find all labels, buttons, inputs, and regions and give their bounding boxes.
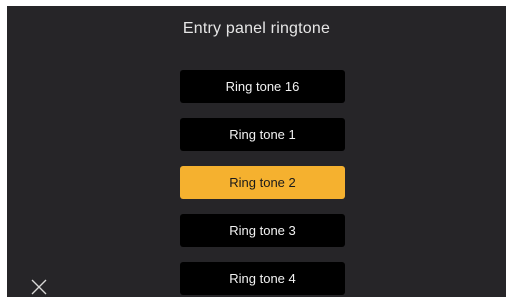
ringtone-label: Ring tone 1	[229, 127, 296, 142]
ringtone-label: Ring tone 4	[229, 271, 296, 286]
ringtone-item-4[interactable]: Ring tone 4	[180, 262, 345, 295]
ringtone-label: Ring tone 3	[229, 223, 296, 238]
ringtone-item-3[interactable]: Ring tone 3	[180, 214, 345, 247]
ringtone-item-16[interactable]: Ring tone 16	[180, 70, 345, 103]
ringtone-screen: Entry panel ringtone Ring tone 16 Ring t…	[7, 6, 506, 297]
ringtone-item-2-selected[interactable]: Ring tone 2	[180, 166, 345, 199]
ringtone-list: Ring tone 16 Ring tone 1 Ring tone 2 Rin…	[180, 70, 345, 297]
close-icon	[31, 279, 47, 295]
ringtone-label: Ring tone 2	[229, 175, 296, 190]
ringtone-item-1[interactable]: Ring tone 1	[180, 118, 345, 151]
ringtone-label: Ring tone 16	[225, 79, 300, 94]
page-title: Entry panel ringtone	[182, 20, 331, 37]
close-button[interactable]	[30, 278, 48, 296]
